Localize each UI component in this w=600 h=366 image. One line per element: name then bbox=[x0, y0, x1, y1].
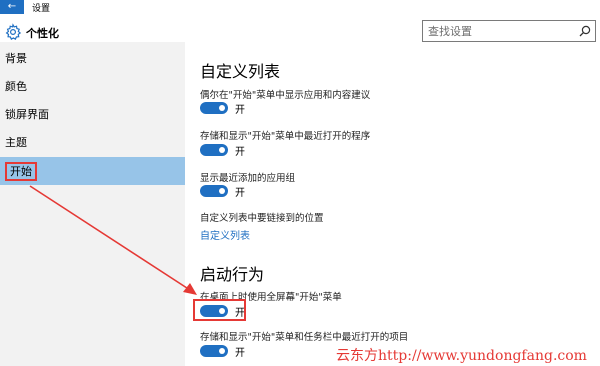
annotation-arrow bbox=[29, 185, 197, 295]
watermark: 云东方http://www.yundongfang.com bbox=[336, 348, 587, 364]
